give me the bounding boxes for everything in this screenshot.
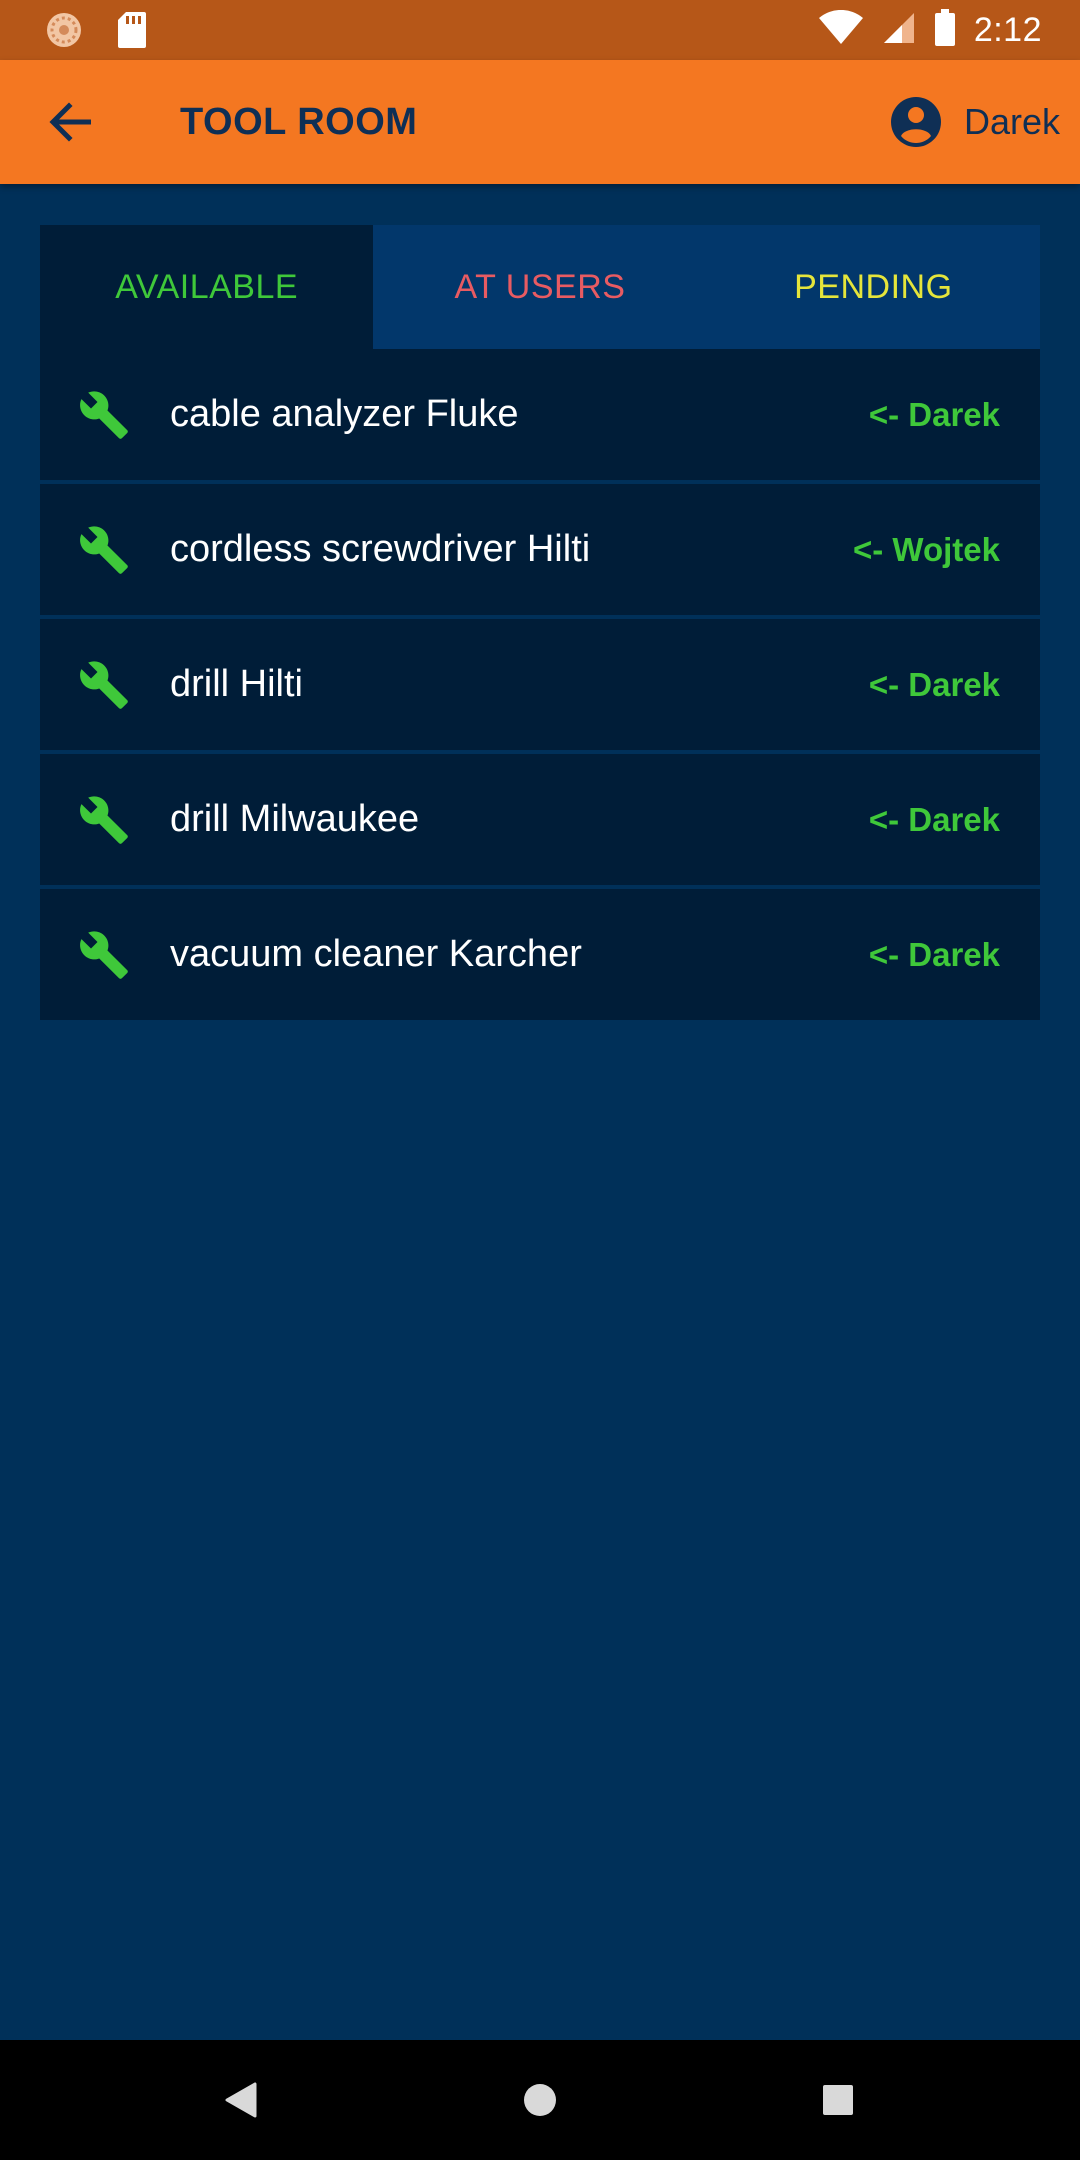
nav-recents-button[interactable] <box>808 2070 868 2130</box>
tool-name: drill Milwaukee <box>170 798 420 840</box>
user-name: Darek <box>963 101 1060 142</box>
back-triangle-icon <box>225 2082 257 2118</box>
tool-name: vacuum cleaner Karcher <box>170 933 582 975</box>
list-item[interactable]: cordless screwdriver Hilti <- Wojtek <box>40 484 1040 615</box>
tab-available[interactable]: AVAILABLE <box>40 225 374 349</box>
tool-name: drill Hilti <box>170 663 303 705</box>
user-account-button[interactable]: Darek <box>890 60 1060 184</box>
spinner-icon <box>44 10 84 55</box>
list-item[interactable]: drill Milwaukee <- Darek <box>40 754 1040 885</box>
tab-at-users[interactable]: AT USERS <box>373 225 706 349</box>
tab-pending[interactable]: PENDING <box>707 225 1040 349</box>
tool-user: <- Wojtek <box>852 531 1000 568</box>
status-left-icons <box>44 10 148 55</box>
arrow-back-icon <box>49 102 91 142</box>
nav-back-button[interactable] <box>210 2070 270 2130</box>
page-title: TOOL ROOM <box>180 101 418 143</box>
back-button[interactable] <box>40 92 100 152</box>
status-bar: 2:12 <box>0 0 1080 60</box>
battery-icon <box>934 8 956 52</box>
account-circle-icon <box>890 97 941 147</box>
tool-user: <- Darek <box>868 936 1000 973</box>
list-item[interactable]: cable analyzer Fluke <- Darek <box>40 349 1040 480</box>
tab-bar: AVAILABLE AT USERS PENDING <box>40 225 1040 349</box>
wrench-icon <box>80 931 128 979</box>
tool-user: <- Darek <box>868 801 1000 838</box>
app-bar: TOOL ROOM Darek <box>0 60 1080 184</box>
tool-user: <- Darek <box>868 666 1000 703</box>
tool-list: cable analyzer Fluke <- Darek cordless s… <box>40 349 1040 1024</box>
nav-home-button[interactable] <box>510 2070 570 2130</box>
tool-name: cordless screwdriver Hilti <box>170 528 591 570</box>
status-right-icons: 2:12 <box>818 0 1042 60</box>
wrench-icon <box>80 661 128 709</box>
signal-icon <box>882 11 916 50</box>
recents-square-icon <box>823 2085 853 2115</box>
list-item[interactable]: vacuum cleaner Karcher <- Darek <box>40 889 1040 1020</box>
home-circle-icon <box>524 2084 556 2116</box>
wrench-icon <box>80 391 128 439</box>
wrench-icon <box>80 796 128 844</box>
list-item[interactable]: drill Hilti <- Darek <box>40 619 1040 750</box>
tool-name: cable analyzer Fluke <box>170 393 519 435</box>
system-nav-bar <box>0 2040 1080 2160</box>
wrench-icon <box>80 526 128 574</box>
sd-card-icon <box>116 10 148 55</box>
tool-user: <- Darek <box>868 396 1000 433</box>
status-time: 2:12 <box>973 10 1042 49</box>
wifi-icon <box>818 9 864 51</box>
